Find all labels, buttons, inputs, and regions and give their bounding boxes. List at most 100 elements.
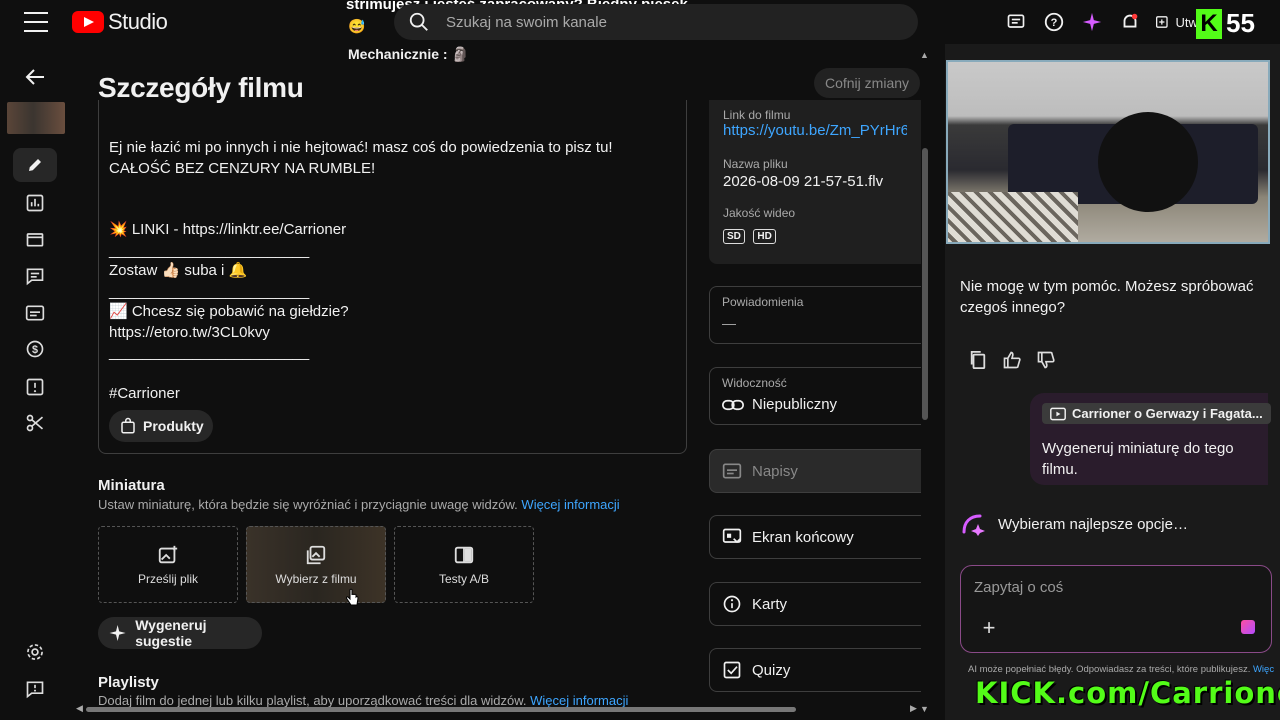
thumbnail-title: Miniatura bbox=[98, 477, 165, 494]
cards-label: Karty bbox=[752, 595, 788, 613]
svg-text:$: $ bbox=[32, 344, 38, 356]
description-line: ________________________ bbox=[109, 344, 310, 361]
add-attachment-icon[interactable]: + bbox=[977, 615, 1001, 640]
ai-disclaimer: AI może popełniać błędy. Odpowiadasz za … bbox=[968, 664, 1274, 675]
description-line: ________________________ bbox=[109, 241, 310, 259]
ask-input[interactable]: Zapytaj o coś bbox=[974, 579, 1063, 596]
subtitles-icon[interactable] bbox=[24, 302, 46, 324]
description-line: Zostaw 👍🏻 suba i 🔔 bbox=[109, 262, 248, 279]
webcam-person bbox=[1098, 112, 1198, 212]
video-link-label: Link do filmu bbox=[723, 108, 791, 122]
reply-actions bbox=[968, 350, 1056, 370]
search-bar[interactable]: Szukaj na swoim kanale bbox=[394, 4, 918, 40]
ab-testing-label: Testy A/B bbox=[438, 571, 490, 586]
svg-text:?: ? bbox=[1051, 17, 1058, 29]
video-reference-chip[interactable]: Carrioner o Gerwazy i Fagata... bbox=[1042, 403, 1271, 424]
subtitles-cc-icon bbox=[722, 463, 742, 479]
visibility-label: Widoczność bbox=[722, 376, 787, 390]
description-field[interactable]: Ej nie łazić mi po innych i nie hejtować… bbox=[98, 100, 687, 454]
thumbs-down-icon[interactable] bbox=[1036, 350, 1056, 370]
choose-from-video-label: Wybierz z filmu bbox=[275, 571, 357, 586]
logo-text: Studio bbox=[108, 9, 168, 34]
webcam-blanket bbox=[948, 192, 1078, 242]
ai-sparkle-icon[interactable] bbox=[1080, 10, 1104, 34]
video-link[interactable]: https://youtu.be/Zm_PYrHr6sI bbox=[723, 122, 907, 139]
notifications-bell-icon[interactable] bbox=[1118, 10, 1142, 34]
vertical-scrollbar[interactable] bbox=[922, 148, 928, 420]
top-icons: ? Utwórz bbox=[1004, 10, 1216, 34]
choose-from-video-option[interactable]: Wybierz z filmu bbox=[246, 526, 386, 603]
end-screen-label: Ekran końcowy bbox=[752, 528, 854, 546]
kick-counter: K 55 bbox=[1196, 8, 1255, 39]
checkbox-icon bbox=[723, 661, 741, 679]
upload-file-label: Prześlij plik bbox=[137, 571, 198, 586]
stream-overlay-mech: Mechanicznie : 🗿 bbox=[348, 46, 469, 62]
feedback-icon[interactable] bbox=[1004, 10, 1028, 34]
menu-icon[interactable] bbox=[24, 12, 48, 32]
description-text: Ej nie łazić mi po innych i nie hejtować… bbox=[109, 138, 676, 405]
back-arrow-icon[interactable] bbox=[24, 66, 46, 88]
copy-icon[interactable] bbox=[968, 350, 988, 370]
user-message-bubble: Carrioner o Gerwazy i Fagata... Wygeneru… bbox=[1030, 393, 1271, 485]
thumbnail-more-info-link[interactable]: Więcej informacji bbox=[521, 497, 619, 512]
edit-pencil-icon[interactable] bbox=[24, 154, 46, 176]
playlists-more-info-link[interactable]: Więcej informacji bbox=[530, 693, 628, 708]
comments-icon[interactable] bbox=[24, 265, 46, 287]
upload-file-option[interactable]: Prześlij plik bbox=[98, 526, 238, 603]
disclaimer-link[interactable]: Więcej informacji bbox=[1253, 664, 1274, 675]
description-line: #Carrioner bbox=[109, 385, 180, 402]
settings-gear-icon[interactable] bbox=[24, 641, 46, 663]
description-line bbox=[109, 179, 676, 200]
studio-logo[interactable]: Studio bbox=[72, 9, 168, 35]
ab-testing-option[interactable]: Testy A/B bbox=[394, 526, 534, 603]
shopping-bag-icon bbox=[121, 417, 135, 434]
editor-clapper-icon[interactable] bbox=[24, 228, 46, 250]
kick-banner: KICK.com/Carrioner bbox=[975, 676, 1280, 710]
stop-generation-icon[interactable] bbox=[1241, 620, 1255, 634]
end-screen-button[interactable]: Ekran końcowy bbox=[709, 515, 921, 559]
notifications-label: Powiadomienia bbox=[722, 295, 804, 309]
video-info-box: Link do filmu https://youtu.be/Zm_PYrHr6… bbox=[709, 100, 921, 264]
products-button[interactable]: Produkty bbox=[109, 410, 213, 442]
subtitles-button[interactable]: Napisy bbox=[709, 449, 921, 493]
monetization-icon[interactable]: $ bbox=[24, 338, 46, 360]
search-icon bbox=[409, 12, 428, 31]
notifications-card[interactable]: Powiadomienia — bbox=[709, 286, 921, 344]
ask-input-box[interactable]: Zapytaj o coś + bbox=[960, 565, 1272, 653]
visibility-card[interactable]: Widoczność Niepubliczny bbox=[709, 367, 921, 425]
scroll-up-arrow-icon[interactable]: ▲ bbox=[920, 50, 929, 60]
description-line: 💥 LINKI - https://linktr.ee/Carrioner bbox=[109, 221, 347, 238]
description-line: 📈 Chcesz się pobawić na giełdzie? bbox=[109, 303, 349, 320]
help-icon[interactable]: ? bbox=[1042, 10, 1066, 34]
video-chip-label: Carrioner o Gerwazy i Fagata... bbox=[1072, 406, 1263, 421]
playlists-title: Playlisty bbox=[98, 674, 159, 691]
generate-suggestions-button[interactable]: Wygeneruj sugestie bbox=[98, 617, 262, 649]
filename-label: Nazwa pliku bbox=[723, 157, 788, 171]
scroll-left-arrow-icon[interactable]: ◀ bbox=[76, 703, 83, 714]
assistant-reply: Nie mogę w tym pomóc. Możesz spróbować c… bbox=[960, 278, 1254, 316]
analytics-icon[interactable] bbox=[24, 192, 46, 214]
quizzes-label: Quizy bbox=[752, 661, 791, 679]
filename-value: 2026-08-09 21-57-51.flv bbox=[723, 173, 884, 190]
thumbnail-subtitle: Ustaw miniaturę, która będzie się wyróżn… bbox=[98, 497, 620, 512]
search-input[interactable]: Szukaj na swoim kanale bbox=[446, 14, 607, 31]
copyright-icon[interactable] bbox=[24, 376, 46, 398]
visibility-value: Niepubliczny bbox=[752, 396, 838, 413]
webcam-overlay bbox=[946, 60, 1270, 244]
scroll-right-arrow-icon[interactable]: ▶ bbox=[910, 703, 917, 714]
quizzes-button[interactable]: Quizy bbox=[709, 648, 921, 692]
end-screen-icon bbox=[722, 528, 742, 544]
left-nav: $ bbox=[0, 60, 72, 720]
clips-scissors-icon[interactable] bbox=[24, 412, 46, 434]
youtube-logo-icon bbox=[72, 11, 104, 33]
video-thumbnail-small[interactable] bbox=[7, 102, 65, 134]
cards-button[interactable]: Karty bbox=[709, 582, 921, 626]
send-feedback-icon[interactable] bbox=[24, 678, 46, 700]
thumbs-up-icon[interactable] bbox=[1002, 350, 1022, 370]
horizontal-scrollbar[interactable] bbox=[86, 707, 796, 712]
thinking-status: Wybieram najlepsze opcje… bbox=[960, 512, 1188, 536]
products-label: Produkty bbox=[143, 417, 204, 434]
scroll-down-arrow-icon[interactable]: ▼ bbox=[920, 704, 929, 714]
cursor-hand-icon bbox=[346, 588, 359, 606]
undo-changes-button[interactable]: Cofnij zmiany bbox=[814, 68, 920, 98]
